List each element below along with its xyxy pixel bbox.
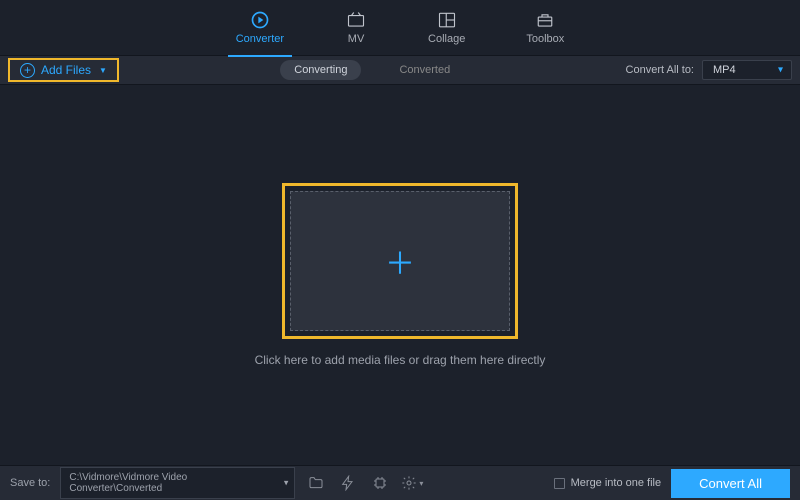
convert-all-to-label: Convert All to: bbox=[626, 64, 694, 76]
collage-icon bbox=[436, 11, 458, 29]
save-path-select[interactable]: C:\Vidmore\Vidmore Video Converter\Conve… bbox=[60, 467, 295, 499]
folder-icon bbox=[308, 475, 324, 491]
settings-button[interactable]: ▾ bbox=[401, 472, 423, 494]
format-select-value: MP4 bbox=[713, 64, 736, 76]
open-folder-button[interactable] bbox=[305, 472, 327, 494]
tab-toolbox-label: Toolbox bbox=[526, 33, 564, 45]
convert-all-to-group: Convert All to: MP4 bbox=[626, 60, 792, 80]
chip-icon bbox=[372, 475, 388, 491]
tab-collage[interactable]: Collage bbox=[420, 7, 473, 49]
drop-zone-highlight: ＋ bbox=[282, 183, 518, 339]
plus-icon: ＋ bbox=[385, 239, 415, 283]
top-nav: Converter MV Collage Toolbox bbox=[0, 0, 800, 55]
tab-converted[interactable]: Converted bbox=[385, 60, 464, 80]
tab-mv[interactable]: MV bbox=[337, 7, 375, 49]
tab-toolbox[interactable]: Toolbox bbox=[518, 7, 572, 49]
add-files-label: Add Files bbox=[41, 63, 91, 77]
mv-icon bbox=[345, 11, 367, 29]
plus-circle-icon: + bbox=[20, 63, 35, 78]
drop-hint-text: Click here to add media files or drag th… bbox=[255, 353, 546, 367]
main-drop-area: ＋ Click here to add media files or drag … bbox=[0, 85, 800, 465]
merge-checkbox[interactable]: Merge into one file bbox=[554, 477, 662, 489]
toolbar: + Add Files ▼ Converting Converted Conve… bbox=[0, 55, 800, 85]
tab-converter-label: Converter bbox=[236, 33, 284, 45]
chevron-down-icon: ▼ bbox=[99, 66, 107, 75]
tab-mv-label: MV bbox=[348, 33, 365, 45]
format-select[interactable]: MP4 bbox=[702, 60, 792, 80]
bottom-bar: Save to: C:\Vidmore\Vidmore Video Conver… bbox=[0, 465, 800, 500]
add-files-button[interactable]: + Add Files ▼ bbox=[8, 58, 119, 82]
tab-converter[interactable]: Converter bbox=[228, 7, 292, 49]
converter-icon bbox=[249, 11, 271, 29]
flash-icon bbox=[340, 475, 356, 491]
drop-zone[interactable]: ＋ bbox=[290, 191, 510, 331]
save-path-value: C:\Vidmore\Vidmore Video Converter\Conve… bbox=[69, 472, 187, 494]
sub-tabs: Converting Converted bbox=[280, 60, 464, 80]
flash-off-button[interactable] bbox=[337, 472, 359, 494]
chevron-down-icon: ▾ bbox=[419, 479, 423, 488]
tab-collage-label: Collage bbox=[428, 33, 465, 45]
convert-all-button[interactable]: Convert All bbox=[671, 469, 790, 498]
tab-converting[interactable]: Converting bbox=[280, 60, 361, 80]
toolbox-icon bbox=[534, 11, 556, 29]
save-to-label: Save to: bbox=[10, 477, 50, 489]
hardware-accel-button[interactable] bbox=[369, 472, 391, 494]
gear-icon bbox=[401, 475, 417, 491]
checkbox-box-icon bbox=[554, 478, 565, 489]
merge-label: Merge into one file bbox=[571, 477, 662, 489]
